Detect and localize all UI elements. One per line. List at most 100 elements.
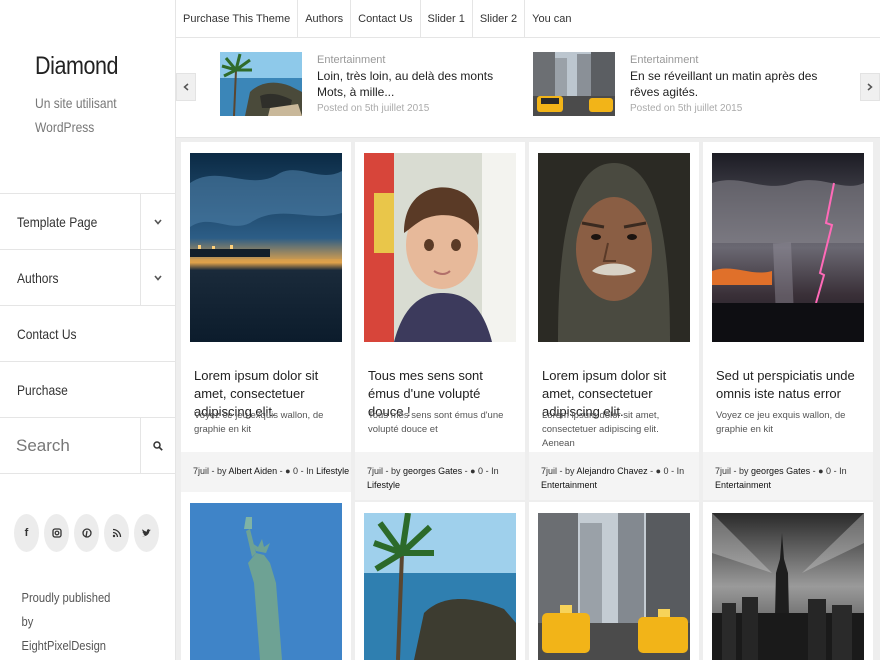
sidebar-item-label: Authors [17, 269, 59, 286]
post-date: 7juil [193, 466, 210, 476]
post-date: 7juil [541, 466, 558, 476]
comment-icon: ● [470, 466, 476, 476]
post-image-night-harbour[interactable] [190, 153, 342, 342]
slider-item-text: Entertainment Loin, très loin, au delà d… [317, 54, 517, 114]
slider-item[interactable]: Entertainment En se réveillant un matin … [533, 52, 833, 117]
site-branding: Diamond Un site utilisant WordPress [0, 0, 175, 194]
comment-count[interactable]: 0 [478, 466, 483, 476]
post-image-statue-of-liberty[interactable] [190, 503, 342, 660]
post-author-link[interactable]: georges Gates [751, 466, 810, 476]
comment-count[interactable]: 0 [826, 466, 831, 476]
post-author-link[interactable]: Albert Aiden [229, 466, 278, 476]
slider-item[interactable]: Entertainment Loin, très loin, au delà d… [220, 52, 520, 117]
top-menu-item[interactable]: Purchase This Theme [176, 0, 299, 37]
post-image-city-skyline-bw[interactable] [712, 513, 864, 660]
post-author-link[interactable]: Alejandro Chavez [577, 466, 648, 476]
post-date: 7juil [715, 466, 732, 476]
comment-count[interactable]: 0 [664, 466, 669, 476]
sidebar-item-label: Purchase [17, 381, 68, 398]
page: Diamond Un site utilisant WordPress Temp… [0, 0, 880, 660]
meta-by-label: by [739, 466, 749, 476]
comment-count[interactable]: 0 [293, 466, 298, 476]
comment-icon: ● [655, 466, 662, 476]
top-menu-item[interactable]: You can [525, 0, 578, 37]
post-card [181, 492, 351, 660]
sidebar-item-authors[interactable]: Authors [0, 250, 175, 306]
post-excerpt: Lorem ipsum dolor sit amet, consectetuer… [542, 410, 660, 449]
meta-by-label: by [391, 466, 401, 476]
slider-item-category[interactable]: Entertainment [317, 54, 517, 66]
search-form [0, 418, 175, 474]
post-excerpt: Tous mes sens sont émus d'une volupté do… [368, 410, 504, 435]
post-card [529, 502, 699, 660]
search-button[interactable] [140, 418, 175, 473]
post-meta: 7juil - by georges Gates - ● 0 - In Ente… [703, 452, 873, 500]
top-menu-item[interactable]: Contact Us [351, 0, 421, 37]
post-image-old-man-portrait[interactable] [538, 153, 690, 342]
sidebar-menu: Template Page Authors Contact Us Purchas… [0, 194, 175, 418]
top-menu-item[interactable]: Slider 2 [473, 0, 526, 37]
comment-icon: ● [818, 466, 824, 476]
post-image-coast-cliff[interactable] [364, 513, 516, 660]
post-excerpt: Voyez ce jeu exquis wallon, de graphie e… [194, 410, 324, 435]
slider-item-text: Entertainment En se réveillant un matin … [630, 54, 830, 114]
top-menu: Purchase This Theme Authors Contact Us S… [176, 0, 880, 38]
post-author-link[interactable]: georges Gates [403, 466, 462, 476]
meta-in-label: In [839, 466, 847, 476]
post-card: Lorem ipsum dolor sit amet, consectetuer… [529, 142, 699, 500]
site-title[interactable]: Diamond [35, 52, 155, 81]
post-card [703, 502, 873, 660]
post-card [355, 502, 525, 660]
top-menu-item[interactable]: Slider 1 [421, 0, 473, 37]
published-by: Proudly published by EightPixelDesign [21, 590, 111, 653]
post-excerpt: Voyez ce jeu exquis wallon, de graphie e… [716, 410, 846, 435]
chevron-right-icon [867, 83, 873, 91]
post-meta: 7juil - by Alejandro Chavez - ● 0 - In E… [529, 452, 699, 500]
instagram-icon[interactable] [44, 514, 69, 552]
post-card: Sed ut perspiciatis unde omnis iste natu… [703, 142, 873, 500]
meta-in-label: In [676, 466, 685, 476]
sidebar-item-purchase[interactable]: Purchase [0, 362, 175, 418]
slider-thumbnail-coast[interactable] [220, 52, 302, 116]
chevron-down-icon[interactable] [140, 250, 175, 305]
post-title[interactable]: Sed ut perspiciatis unde omnis iste natu… [716, 367, 866, 403]
post-card: Tous mes sens sont émus d'une volupté do… [355, 142, 525, 500]
search-input[interactable] [0, 435, 130, 456]
social-links: f [0, 474, 175, 552]
facebook-icon[interactable]: f [14, 514, 39, 552]
slider-prev-button[interactable] [176, 73, 196, 101]
post-image-child-portrait[interactable] [364, 153, 516, 342]
top-menu-item[interactable]: Authors [298, 0, 352, 37]
post-image-taxi-street[interactable] [538, 513, 690, 660]
chevron-left-icon [183, 83, 189, 91]
slider-item-category[interactable]: Entertainment [630, 54, 830, 66]
twitter-icon[interactable] [134, 514, 159, 552]
chevron-down-icon[interactable] [140, 194, 175, 249]
slider-item-title[interactable]: Loin, très loin, au delà des monts Mots,… [317, 68, 517, 100]
slider-item-date: Posted on 5th juillet 2015 [630, 103, 743, 114]
sidebar-item-label: Template Page [17, 213, 98, 230]
sidebar: Diamond Un site utilisant WordPress Temp… [0, 0, 176, 660]
slider-thumbnail-taxi[interactable] [533, 52, 615, 116]
meta-in-label: In [306, 466, 314, 476]
post-category-link[interactable]: Lifestyle [316, 466, 349, 476]
slider-item-title[interactable]: En se réveillant un matin après des rêve… [630, 68, 830, 100]
meta-by-label: by [565, 466, 575, 476]
post-meta: 7juil - by georges Gates - ● 0 - In Life… [355, 452, 525, 500]
rss-icon[interactable] [104, 514, 129, 552]
slider-item-date: Posted on 5th juillet 2015 [317, 103, 430, 114]
featured-slider: Entertainment Loin, très loin, au delà d… [176, 38, 880, 138]
post-category-link[interactable]: Entertainment [541, 480, 597, 490]
post-category-link[interactable]: Entertainment [715, 480, 771, 490]
sidebar-item-label: Contact Us [17, 325, 77, 342]
post-category-link[interactable]: Lifestyle [367, 480, 400, 490]
sidebar-item-template-page[interactable]: Template Page [0, 194, 175, 250]
pinterest-icon[interactable] [74, 514, 99, 552]
post-card: Lorem ipsum dolor sit amet, consectetuer… [181, 142, 351, 500]
sidebar-item-contact-us[interactable]: Contact Us [0, 306, 175, 362]
slider-next-button[interactable] [860, 73, 880, 101]
post-date: 7juil [367, 466, 384, 476]
site-description: Un site utilisant WordPress [35, 95, 117, 135]
meta-in-label: In [491, 466, 499, 476]
post-image-lightning-storm[interactable] [712, 153, 864, 342]
